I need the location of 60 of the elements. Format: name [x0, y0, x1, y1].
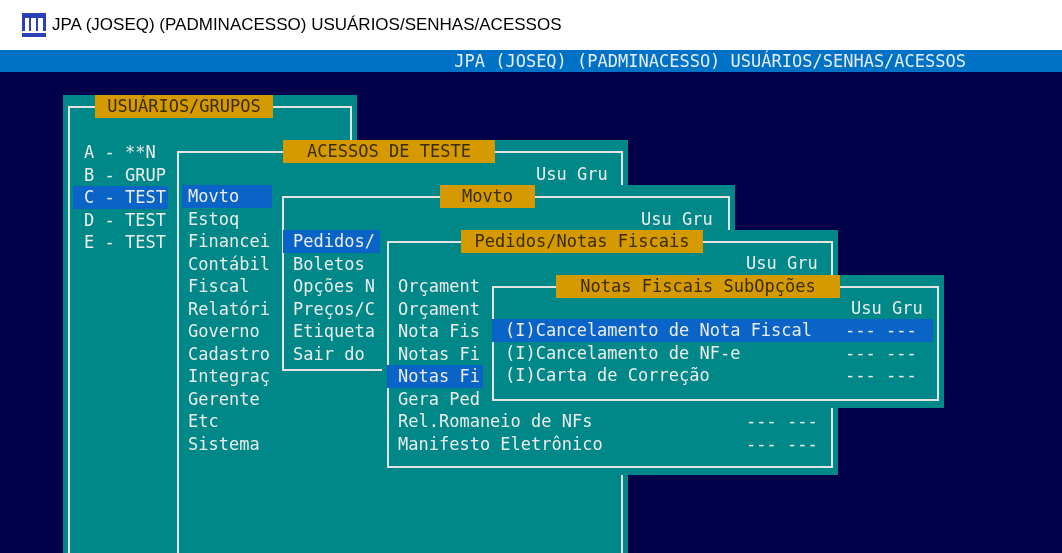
menu-item[interactable]: C - TEST	[73, 186, 168, 209]
access-value: ---	[746, 410, 777, 433]
window-title: JPA (JOSEQ) (PADMINACESSO) USUÁRIOS/SENHAS/ACESSOS	[52, 14, 562, 37]
menu-item[interactable]: Pedidos/	[283, 230, 380, 253]
access-value: ---	[886, 319, 917, 342]
menu-item[interactable]: (I)Carta de Correção --- ---	[492, 364, 933, 387]
access-value: ---	[845, 364, 876, 387]
menu-item[interactable]: Fiscal	[182, 275, 250, 298]
menu-item[interactable]: Etiqueta	[283, 320, 375, 343]
access-value: ---	[886, 341, 917, 364]
menu-item[interactable]: Sair do	[283, 342, 365, 365]
column-header: Usu	[851, 297, 882, 319]
menu-item[interactable]: Financei	[182, 230, 270, 253]
column-header: Gru	[892, 297, 923, 319]
panel-title: Movto	[440, 185, 535, 208]
panel-title: Notas Fiscais SubOpções	[556, 275, 840, 298]
menu-item[interactable]: Rel.Romaneio de NFs	[387, 410, 593, 433]
panel-title: USUÁRIOS/GRUPOS	[95, 95, 273, 118]
column-header: Usu	[641, 208, 672, 230]
menu-item[interactable]: Opções N	[283, 275, 375, 298]
menu-item[interactable]: Gera Ped	[387, 387, 480, 410]
menu-item[interactable]: Cadastro	[182, 342, 270, 365]
access-value: ---	[787, 432, 818, 455]
menu-item[interactable]: A - **N	[73, 141, 156, 164]
header-bar: JPA (JOSEQ) (PADMINACESSO) USUÁRIOS/SENHAS/ACESSOS	[0, 50, 1062, 72]
panel-title: Pedidos/Notas Fiscais	[461, 230, 703, 253]
menu-item[interactable]: D - TEST	[73, 208, 166, 231]
menu-item[interactable]: B - GRUP	[73, 163, 166, 186]
menu-item[interactable]: Governo	[182, 320, 260, 343]
menu-item[interactable]: Notas Fi	[387, 365, 483, 388]
access-value: ---	[845, 341, 876, 364]
menu-item[interactable]: (I)Cancelamento de NF-e --- ---	[492, 341, 933, 364]
app-icon	[22, 13, 46, 37]
column-header: Usu	[536, 163, 567, 185]
column-header: Usu	[746, 252, 777, 274]
menu-item[interactable]: Preços/C	[283, 297, 375, 320]
menu-item[interactable]: Contábil	[182, 252, 270, 275]
menu-item[interactable]: Boletos	[283, 252, 365, 275]
menu-item[interactable]: Integraç	[182, 365, 270, 388]
menu-item[interactable]: (I)Cancelamento de Nota Fiscal --- ---	[492, 319, 933, 342]
column-header: Gru	[787, 252, 818, 274]
menu-item[interactable]: Gerente	[182, 387, 260, 410]
menu-item[interactable]: Etc	[182, 410, 219, 433]
access-value: ---	[787, 410, 818, 433]
menu-item[interactable]: Movto	[182, 185, 272, 208]
menu-item[interactable]: Sistema	[182, 432, 260, 455]
menu-item[interactable]: Notas Fi	[387, 342, 480, 365]
menu-item[interactable]: E - TEST	[73, 231, 166, 254]
menu-item[interactable]: Orçament	[387, 275, 480, 298]
access-value: ---	[886, 364, 917, 387]
menu-item[interactable]: Nota Fis	[387, 320, 480, 343]
column-header: Gru	[577, 163, 608, 185]
menu-item[interactable]: Orçament	[387, 297, 480, 320]
panel-title: ACESSOS DE TESTE	[283, 140, 495, 163]
column-header: Gru	[682, 208, 713, 230]
menu-item[interactable]: Relatóri	[182, 297, 270, 320]
menu-item[interactable]: Estoq	[182, 207, 240, 230]
access-value: ---	[746, 432, 777, 455]
menu-item[interactable]: Manifesto Eletrônico	[387, 432, 603, 455]
access-value: ---	[845, 319, 876, 342]
